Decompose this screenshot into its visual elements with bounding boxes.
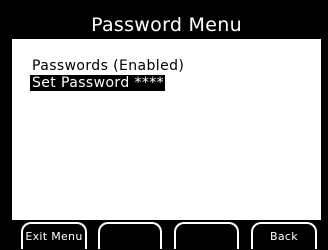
device-screen: Password Menu Passwords (Enabled) Set Pa… xyxy=(0,0,328,250)
softkey-back[interactable]: Back xyxy=(251,222,317,249)
softkey-exit-menu[interactable]: Exit Menu xyxy=(21,222,87,249)
menu-header: Password Menu xyxy=(12,10,321,39)
softkey-2[interactable] xyxy=(98,222,162,249)
menu-item-passwords[interactable]: Passwords (Enabled) xyxy=(32,58,184,74)
menu-item-set-password[interactable]: Set Password **** xyxy=(30,75,166,91)
menu-title: Password Menu xyxy=(91,13,242,36)
softkey-3[interactable] xyxy=(174,222,239,249)
menu-content: Passwords (Enabled) Set Password **** xyxy=(12,39,321,220)
